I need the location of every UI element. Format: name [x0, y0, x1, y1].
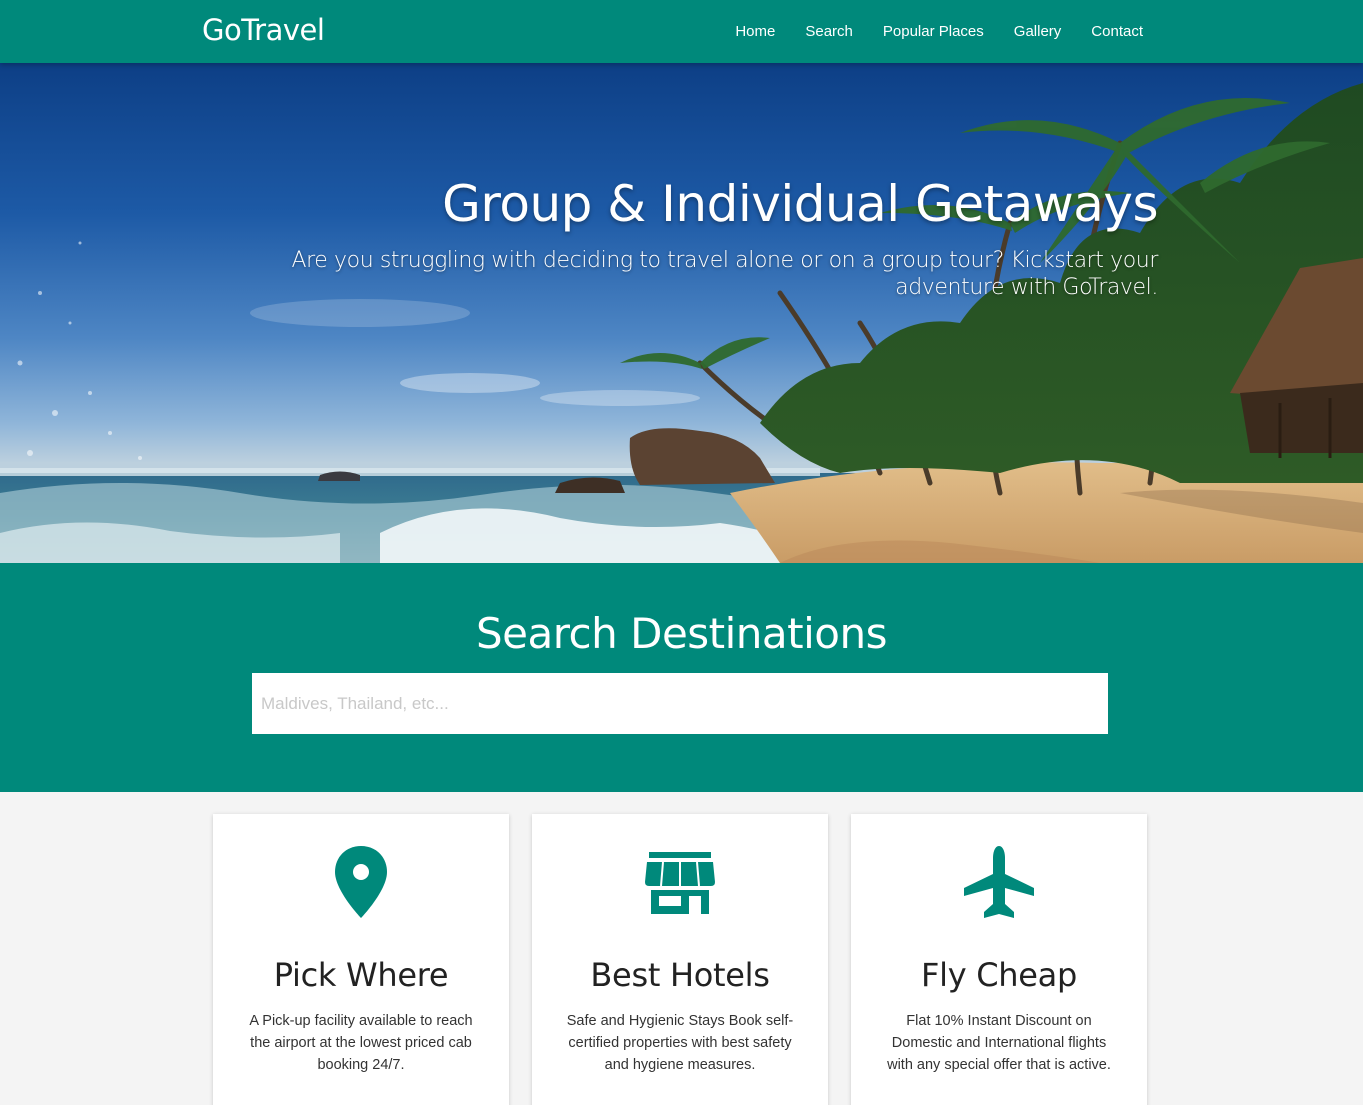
feature-title: Best Hotels [590, 956, 770, 994]
map-pin-icon [213, 844, 509, 924]
hero-banner: Group & Individual Getaways Are you stru… [0, 63, 1363, 563]
feature-description: Safe and Hygienic Stays Book self-certif… [566, 1013, 794, 1073]
airplane-icon [851, 844, 1147, 924]
nav-link-home[interactable]: Home [735, 23, 775, 40]
feature-title: Pick Where [273, 956, 449, 994]
nav-link-search[interactable]: Search [805, 23, 853, 40]
feature-description: Flat 10% Instant Discount on Domestic an… [887, 1013, 1111, 1073]
destination-search-input[interactable] [252, 673, 1108, 734]
nav-links: Home Search Popular Places Gallery Conta… [705, 0, 1143, 63]
feature-card-pick-where: Pick Where A Pick-up facility available … [213, 814, 509, 1105]
navbar: GoTravel Home Search Popular Places Gall… [0, 0, 1363, 63]
hero-title: Group & Individual Getaways [442, 175, 1158, 233]
search-title: Search Destinations [475, 609, 888, 658]
store-icon [532, 844, 828, 924]
search-section: Search Destinations [0, 563, 1363, 792]
hero-text: Group & Individual Getaways Are you stru… [198, 175, 1158, 301]
feature-description: A Pick-up facility available to reach th… [249, 1013, 473, 1073]
features-section: Pick Where A Pick-up facility available … [213, 814, 1148, 1105]
beach-scene-image [0, 83, 1363, 563]
feature-title: Fly Cheap [921, 956, 1077, 994]
hero-subtitle: Are you struggling with deciding to trav… [291, 248, 1158, 300]
nav-link-contact[interactable]: Contact [1091, 23, 1143, 40]
nav-link-popular-places[interactable]: Popular Places [883, 23, 984, 40]
feature-card-fly-cheap: Fly Cheap Flat 10% Instant Discount on D… [851, 814, 1147, 1105]
brand-logo[interactable]: GoTravel [202, 13, 325, 47]
nav-link-gallery[interactable]: Gallery [1014, 23, 1062, 40]
feature-card-best-hotels: Best Hotels Safe and Hygienic Stays Book… [532, 814, 828, 1105]
